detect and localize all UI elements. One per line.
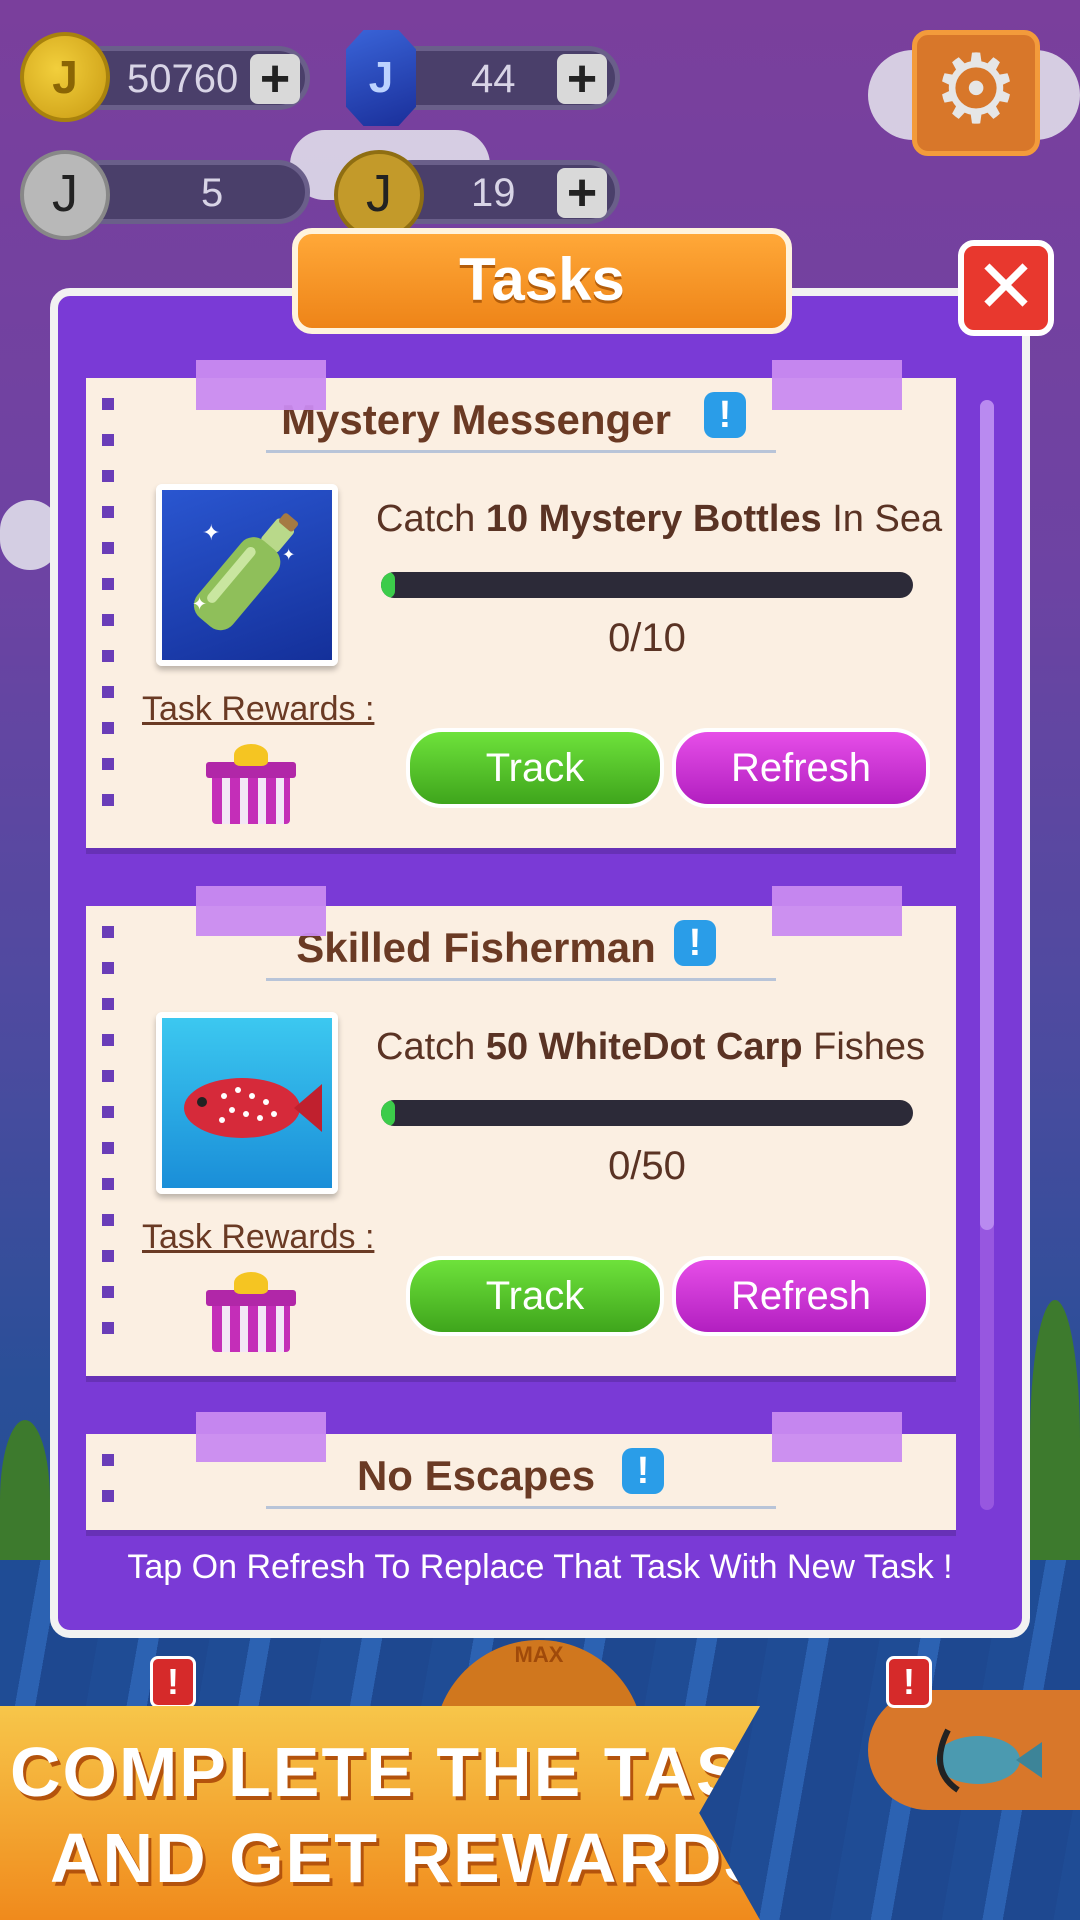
tape-decoration [772, 360, 902, 410]
max-label: MAX [514, 1642, 564, 1667]
objective-target: 50 WhiteDot Carp [485, 1026, 803, 1068]
track-button[interactable]: Track [406, 1256, 664, 1336]
progress-bar [381, 1100, 913, 1126]
objective-suffix: Fishes [813, 1026, 926, 1068]
objective-prefix: Catch [376, 1026, 476, 1068]
rewards-label: Task Rewards : [142, 1218, 375, 1256]
tape-decoration [196, 360, 326, 410]
task-objective: Catch 10 Mystery Bottles In Sea [376, 498, 942, 541]
add-coins-button[interactable]: + [250, 53, 300, 105]
fishing-line-value: 19 [471, 171, 516, 215]
info-icon[interactable]: ! [704, 392, 746, 438]
task-objective: Catch 50 WhiteDot Carp Fishes [376, 1026, 936, 1069]
coin-icon: J [20, 32, 110, 122]
task-card: Skilled Fisherman ! Catch 50 WhiteDot Ca… [86, 906, 956, 1376]
alert-icon: ! [886, 1656, 932, 1708]
close-button[interactable]: ✕ [958, 240, 1054, 336]
background-tree [1030, 1300, 1080, 1580]
progress-text: 0/10 [608, 616, 686, 660]
hooks-value: 5 [201, 171, 224, 215]
progress-fill [381, 572, 395, 598]
fish-icon [184, 1078, 322, 1138]
refresh-hint: Tap On Refresh To Replace That Task With… [127, 1548, 953, 1586]
objective-suffix: In Sea [832, 498, 943, 540]
rewards-label: Task Rewards : [142, 690, 375, 728]
svg-text:✦: ✦ [282, 547, 295, 564]
banner-line-2: AND GET REWARDS [50, 1819, 773, 1897]
svg-text:✦: ✦ [192, 594, 207, 614]
task-thumbnail [156, 1012, 338, 1194]
panel-title: Tasks [292, 228, 792, 334]
hook-icon: J [20, 150, 110, 240]
notebook-holes [102, 1454, 116, 1526]
gems-value: 44 [471, 57, 516, 101]
tape-decoration [196, 886, 326, 936]
title-underline [266, 1506, 776, 1509]
gift-icon [206, 744, 296, 824]
refresh-button[interactable]: Refresh [672, 1256, 930, 1336]
tape-decoration [772, 886, 902, 936]
task-title: Mystery Messenger [281, 396, 671, 443]
catch-fish-button[interactable] [868, 1690, 1080, 1810]
add-gems-button[interactable]: + [557, 53, 607, 105]
gift-icon [206, 1272, 296, 1352]
notebook-holes [102, 398, 116, 830]
scrollbar-thumb[interactable] [980, 400, 994, 1230]
info-icon[interactable]: ! [674, 920, 716, 966]
gem-icon: J [346, 30, 416, 126]
alert-icon: ! [150, 1656, 196, 1708]
progress-bar [381, 572, 913, 598]
info-icon[interactable]: ! [622, 1448, 664, 1494]
promo-banner: COMPLETE THE TASKS AND GET REWARDS [0, 1706, 760, 1920]
task-title: Skilled Fisherman [296, 924, 656, 971]
notebook-holes [102, 926, 116, 1358]
add-fishing-line-button[interactable]: + [557, 167, 607, 219]
bottle-icon: ✦ ✦ ✦ [192, 513, 299, 631]
objective-prefix: Catch [376, 498, 476, 540]
title-underline [266, 978, 776, 981]
progress-text: 0/50 [608, 1144, 686, 1188]
task-card: Mystery Messenger ! ✦ ✦ ✦ Catch 10 Myste… [86, 378, 956, 848]
coins-value: 50760 [127, 57, 239, 101]
settings-button[interactable]: ⚙ [912, 30, 1040, 156]
tape-decoration [196, 1412, 326, 1462]
title-underline [266, 450, 776, 453]
gear-icon: ⚙ [932, 36, 1020, 143]
background-tree [0, 1420, 50, 1580]
task-thumbnail: ✦ ✦ ✦ [156, 484, 338, 666]
refresh-button[interactable]: Refresh [672, 728, 930, 808]
fish-hook-icon [936, 1728, 1042, 1793]
progress-fill [381, 1100, 395, 1126]
tape-decoration [772, 1412, 902, 1462]
fishing-rod-icon: J [334, 150, 424, 240]
objective-target: 10 Mystery Bottles [485, 498, 822, 540]
svg-text:✦: ✦ [202, 520, 220, 545]
close-icon: ✕ [974, 245, 1037, 328]
track-button[interactable]: Track [406, 728, 664, 808]
